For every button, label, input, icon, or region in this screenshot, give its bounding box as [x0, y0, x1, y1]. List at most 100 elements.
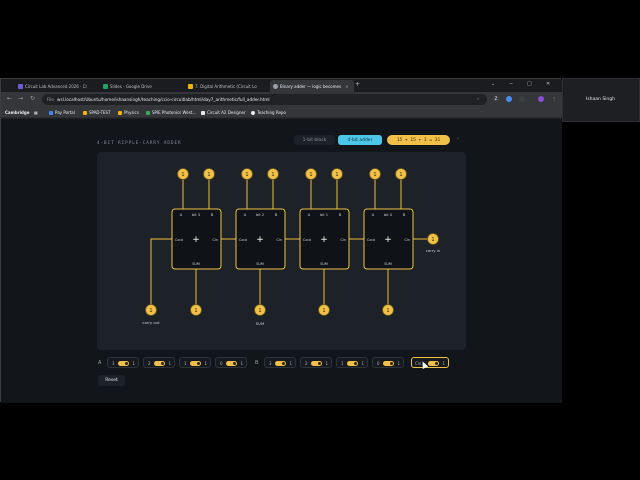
- tab-favicon: [273, 83, 278, 89]
- bookmark-item[interactable]: Pay Portal: [49, 110, 75, 115]
- menu-icon[interactable]: ⋮: [551, 96, 557, 102]
- bookmark-item[interactable]: Teaching Repo: [251, 110, 286, 115]
- bit-label: bit 3: [192, 213, 200, 217]
- puzzle-icon[interactable]: [519, 96, 525, 102]
- plus-icon: +: [256, 235, 264, 245]
- page-content: 4-BIT RIPPLE-CARRY ADDER 1-bit block 4-b…: [1, 119, 562, 403]
- tab-favicon: [103, 83, 108, 89]
- toggle-icon[interactable]: [190, 361, 201, 366]
- collapse-icon[interactable]: ‹: [457, 136, 459, 142]
- carry-out-label: carry out: [142, 320, 160, 325]
- toggle-icon[interactable]: [226, 361, 237, 366]
- tab-circuit-lab[interactable]: Circuit Lab Advanced 2026 · Cl: [15, 80, 99, 92]
- input-a-pin-value: 1: [181, 172, 184, 178]
- switch-b2[interactable]: 21: [300, 357, 332, 368]
- toggle-icon[interactable]: [428, 361, 439, 366]
- plus-icon: +: [192, 235, 200, 245]
- switch-cin[interactable]: Cin 1: [411, 357, 449, 368]
- carry-in-pin-value: 1: [431, 237, 434, 243]
- tab-strip: Circuit Lab Advanced 2026 · Cl Slides - …: [1, 79, 562, 92]
- star-icon[interactable]: ☆: [475, 96, 481, 102]
- reload-button[interactable]: ↻: [30, 95, 35, 102]
- tab-favicon: [18, 83, 23, 89]
- a-group-label: A: [98, 360, 102, 366]
- toggle-icon[interactable]: [383, 361, 394, 366]
- bookmark-item[interactable]: Circuit A2 Designer: [201, 110, 246, 115]
- mode-1bit-button[interactable]: 1-bit block: [294, 135, 335, 145]
- address-bar[interactable]: File wsl.localhost/Ubuntu/home/ishaansin…: [42, 94, 487, 105]
- switch-b3[interactable]: 31: [264, 357, 296, 368]
- sum-output-pin-value: 1: [194, 308, 197, 314]
- pin-label-cout: Cout: [303, 238, 312, 242]
- sum-output-pin-value: 1: [322, 308, 325, 314]
- tab-slides[interactable]: Slides - Google Drive: [100, 80, 184, 92]
- browser-window: Circuit Lab Advanced 2026 · Cl Slides - …: [0, 78, 562, 403]
- switch-b0[interactable]: 01: [372, 357, 404, 368]
- input-controls: A 31 21 11 01 B 31 21 11 01 Cin 1: [97, 357, 557, 369]
- bookmark-item[interactable]: SPIE Photonics West...: [146, 110, 196, 115]
- switch-a2[interactable]: 21: [143, 357, 175, 368]
- input-b-pin-value: 1: [399, 172, 402, 178]
- input-a-pin-value: 1: [309, 172, 312, 178]
- pin-label-cin: Cin: [341, 238, 346, 242]
- bookmark-cambridge[interactable]: Cambridge: [5, 110, 29, 115]
- b-group-label: B: [255, 360, 259, 366]
- tab-search-icon[interactable]: ⌄: [491, 81, 495, 87]
- switch-a3[interactable]: 31: [107, 357, 139, 368]
- pin-label-cin: Cin: [405, 238, 410, 242]
- equation-badge: 15 + 15 + 1 = 31: [387, 135, 450, 145]
- pin-label-sum: SUM: [320, 262, 328, 266]
- sum-output-pin-value: 1: [386, 308, 389, 314]
- mode-4bit-button[interactable]: 4-bit adder: [338, 135, 382, 145]
- pin-label-cout: Cout: [367, 238, 376, 242]
- toggle-icon[interactable]: [154, 361, 165, 366]
- input-b-pin-value: 1: [335, 172, 338, 178]
- bookmark-item[interactable]: SPAD-TEST: [83, 110, 111, 115]
- switch-a0[interactable]: 01: [215, 357, 247, 368]
- toggle-icon[interactable]: [118, 361, 129, 366]
- pin-label-sum: SUM: [192, 262, 200, 266]
- toggle-icon[interactable]: [311, 361, 322, 366]
- close-window-button[interactable]: ✕: [546, 81, 550, 87]
- bit-label: bit 2: [256, 213, 264, 217]
- folder-icon: [118, 110, 122, 115]
- minimize-button[interactable]: −: [509, 81, 513, 87]
- bookmark-item[interactable]: Physics: [118, 110, 139, 115]
- bookmark-apps-icon[interactable]: ▦: [34, 110, 38, 115]
- plus-icon: +: [384, 235, 392, 245]
- pin-label-cout: Cout: [239, 238, 248, 242]
- tab-digital-arithmetic[interactable]: 7. Digital Arithmetic (Circuit Lo: [185, 80, 269, 92]
- forward-button[interactable]: →: [18, 95, 23, 102]
- tab-binary-adder[interactable]: Binary adder — logic becomes ✕: [270, 80, 354, 92]
- input-a-pin-value: 1: [373, 172, 376, 178]
- plus-icon: +: [320, 235, 328, 245]
- bookmarks-bar: Cambridge ▦ Pay Portal SPAD-TEST Physics…: [1, 107, 562, 118]
- file-scheme-label: File: [47, 97, 55, 102]
- extension-icon[interactable]: Z: [493, 96, 499, 102]
- back-button[interactable]: ←: [7, 95, 12, 102]
- extension-icon[interactable]: [506, 96, 512, 102]
- input-b-pin-value: 1: [207, 172, 210, 178]
- input-a-pin-value: 1: [245, 172, 248, 178]
- toggle-icon[interactable]: [275, 361, 286, 366]
- switch-a1[interactable]: 11: [179, 357, 211, 368]
- toggle-icon[interactable]: [347, 361, 358, 366]
- pin-label-sum: SUM: [384, 262, 392, 266]
- bookmark-icon: [146, 110, 150, 115]
- bookmark-icon: [49, 110, 53, 115]
- pin-label-cin: Cin: [213, 238, 218, 242]
- tab-favicon: [188, 83, 193, 89]
- new-tab-button[interactable]: +: [355, 81, 360, 88]
- sum-output-pin-value: 1: [258, 308, 261, 314]
- maximize-button[interactable]: □: [527, 81, 532, 87]
- participant-name: Ishaan Singh: [586, 97, 615, 102]
- avatar[interactable]: [538, 96, 544, 102]
- switch-b1[interactable]: 11: [336, 357, 368, 368]
- pin-label-sum: SUM: [256, 262, 264, 266]
- reset-button[interactable]: Reset: [98, 375, 125, 386]
- close-tab-icon[interactable]: ✕: [345, 84, 348, 89]
- bit-label: bit 1: [320, 213, 328, 217]
- carry-out-pin-value: 1: [149, 308, 152, 314]
- pin-label-cout: Cout: [175, 238, 184, 242]
- input-b-pin-value: 1: [271, 172, 274, 178]
